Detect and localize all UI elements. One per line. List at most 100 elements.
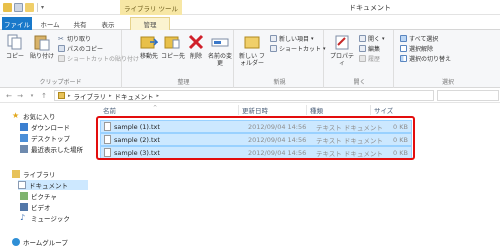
organize-group: 移動先 コピー先 削除 名前の変更 整理 xyxy=(134,30,234,88)
breadcrumb-separator: ▸ xyxy=(156,92,160,99)
edit-icon xyxy=(359,45,366,52)
customize-qat-icon[interactable]: ▾ xyxy=(41,4,44,11)
back-arrow-icon: ← xyxy=(6,92,12,100)
new-folder-label: 新しい フォルダー xyxy=(239,53,265,67)
back-button[interactable]: ← xyxy=(4,91,14,101)
nav-videos-label: ビデオ xyxy=(31,204,51,212)
column-header-date[interactable]: 更新日時 xyxy=(242,105,268,115)
open-button[interactable]: 開く ▾ xyxy=(359,34,385,43)
nav-download[interactable]: ダウンロード xyxy=(20,122,70,132)
paste-button[interactable]: 貼り付け xyxy=(28,33,56,60)
copy-path-button[interactable]: パスのコピー xyxy=(58,44,103,53)
column-header-size[interactable]: サイズ xyxy=(374,105,393,115)
nav-music[interactable]: ♪ ミュージック xyxy=(20,213,70,224)
copy-label: コピー xyxy=(5,53,24,60)
copy-button[interactable]: コピー xyxy=(3,33,27,60)
new-folder-icon[interactable] xyxy=(25,3,34,12)
library-icon xyxy=(58,92,65,99)
nav-pictures[interactable]: ピクチャ xyxy=(20,191,57,201)
breadcrumb-libraries[interactable]: ライブラリ xyxy=(74,91,107,101)
rename-label: 名前の変更 xyxy=(208,53,233,67)
chevron-down-icon: ▾ xyxy=(30,93,34,99)
nav-recent[interactable]: 最近表示した場所 xyxy=(20,144,83,154)
open-icon xyxy=(359,35,366,42)
copy-to-icon xyxy=(164,36,180,49)
shortcut-button[interactable]: ショートカット ▾ xyxy=(270,44,326,53)
open-group: プロパティ 開く ▾ 編集 履歴 開く xyxy=(326,30,394,88)
navigation-pane: ★ お気に入り ダウンロード デスクトップ 最近表示した場所 ライブラリ ドキュ… xyxy=(0,103,92,250)
column-divider[interactable] xyxy=(370,105,371,115)
properties-icon[interactable] xyxy=(14,3,23,12)
paste-shortcut-icon xyxy=(58,55,65,62)
invert-selection-button[interactable]: 選択の切り替え xyxy=(400,54,451,63)
open-label: 開く xyxy=(368,36,381,43)
clipboard-group-name: クリップボード xyxy=(39,79,82,86)
up-button[interactable]: ↑ xyxy=(39,91,49,101)
tab-share[interactable]: 共有 xyxy=(68,17,92,30)
new-folder-icon xyxy=(244,36,260,49)
move-to-label: 移動先 xyxy=(139,53,158,60)
properties-icon xyxy=(335,35,349,50)
history-button[interactable]: 履歴 xyxy=(359,54,380,63)
breadcrumb-documents[interactable]: ドキュメント xyxy=(115,91,154,101)
new-item-button[interactable]: 新しい項目 ▾ xyxy=(270,34,314,43)
tab-manage[interactable]: 管理 xyxy=(130,17,170,30)
forward-button[interactable]: → xyxy=(15,91,25,101)
recent-locations-button[interactable]: ▾ xyxy=(27,91,37,101)
dropdown-arrow-icon: ▾ xyxy=(311,35,314,42)
copy-path-label: パスのコピー xyxy=(67,46,104,53)
paste-shortcut-button[interactable]: ショートカットの貼り付け xyxy=(58,54,139,63)
copy-to-button[interactable]: コピー先 xyxy=(161,33,185,60)
new-group-name: 新規 xyxy=(273,79,286,86)
nav-libraries[interactable]: ライブラリ xyxy=(12,169,56,179)
new-item-icon xyxy=(270,35,277,42)
nav-favorites[interactable]: ★ お気に入り xyxy=(12,111,56,122)
column-divider[interactable] xyxy=(238,105,239,115)
move-to-button[interactable]: 移動先 xyxy=(138,33,160,60)
cut-button[interactable]: ✂ 切り取り xyxy=(58,34,91,43)
tab-home[interactable]: ホーム xyxy=(36,17,64,30)
forward-arrow-icon: → xyxy=(17,92,23,100)
nav-pictures-label: ピクチャ xyxy=(31,193,57,201)
select-none-button[interactable]: 選択解除 xyxy=(400,44,433,53)
shortcut-icon xyxy=(270,45,277,52)
new-folder-button[interactable]: 新しい フォルダー xyxy=(238,33,266,67)
properties-label: プロパティ xyxy=(329,53,354,67)
column-header-name[interactable]: 名前 xyxy=(103,105,116,115)
properties-button[interactable]: プロパティ xyxy=(328,33,356,67)
nav-documents[interactable]: ドキュメント xyxy=(18,180,88,190)
address-bar[interactable]: ▸ ライブラリ ▸ ドキュメント ▸ xyxy=(54,90,434,101)
delete-button[interactable]: 削除 xyxy=(186,33,206,60)
organize-group-name: 整理 xyxy=(177,79,190,86)
nav-homegroup[interactable]: ホームグループ xyxy=(12,237,68,247)
breadcrumb-separator: ▸ xyxy=(68,92,71,99)
column-divider[interactable] xyxy=(306,105,307,115)
copy-to-label: コピー先 xyxy=(161,53,186,60)
search-input[interactable] xyxy=(437,90,499,101)
nav-download-label: ダウンロード xyxy=(31,124,70,132)
quick-access-toolbar: ▾ xyxy=(3,2,44,13)
rename-button[interactable]: 名前の変更 xyxy=(208,33,232,67)
up-arrow-icon: ↑ xyxy=(41,92,47,100)
breadcrumb-separator: ▸ xyxy=(109,92,112,99)
new-item-label: 新しい項目 xyxy=(279,36,310,43)
column-header-type[interactable]: 種類 xyxy=(310,105,323,115)
nav-libraries-label: ライブラリ xyxy=(23,171,56,179)
selection-highlight-box xyxy=(96,116,415,160)
edit-button[interactable]: 編集 xyxy=(359,44,380,53)
nav-videos[interactable]: ビデオ xyxy=(20,202,51,212)
history-icon xyxy=(359,55,366,62)
tab-view[interactable]: 表示 xyxy=(96,17,120,30)
folder-icon[interactable] xyxy=(3,3,12,12)
desktop-icon xyxy=(20,134,28,142)
scissors-icon: ✂ xyxy=(58,35,64,43)
tab-file[interactable]: ファイル xyxy=(2,17,32,30)
paste-shortcut-label: ショートカットの貼り付け xyxy=(67,56,140,63)
cut-label: 切り取り xyxy=(67,36,92,43)
select-all-button[interactable]: すべて選択 xyxy=(400,34,438,43)
select-all-icon xyxy=(400,35,407,42)
select-all-label: すべて選択 xyxy=(409,36,439,43)
nav-recent-label: 最近表示した場所 xyxy=(31,146,83,154)
select-group: すべて選択 選択解除 選択の切り替え 選択 xyxy=(396,30,500,88)
nav-desktop[interactable]: デスクトップ xyxy=(20,133,70,143)
